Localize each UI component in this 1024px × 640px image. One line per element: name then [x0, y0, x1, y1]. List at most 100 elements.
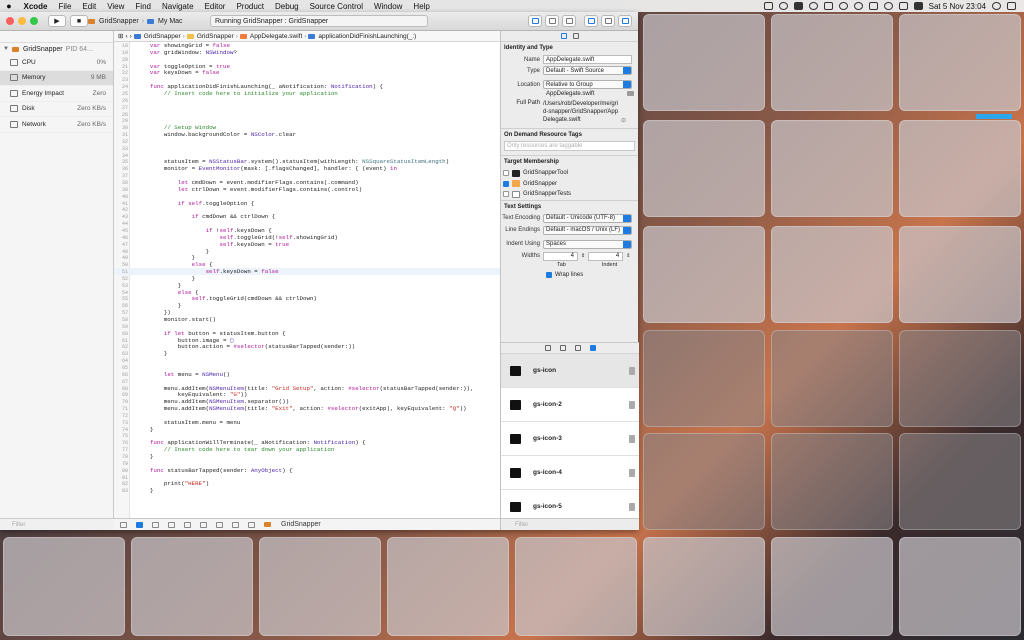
menu-help[interactable]: Help: [408, 2, 435, 11]
wrap-lines-row[interactable]: Wrap lines: [501, 270, 638, 280]
memory-graph-icon[interactable]: [232, 521, 239, 528]
status-sync-icon[interactable]: [808, 2, 818, 10]
navigator-filter-field[interactable]: Filter: [0, 518, 114, 530]
hide-debug-area-icon[interactable]: [120, 521, 127, 528]
gauge-energy[interactable]: Energy Impact Zero: [0, 86, 113, 102]
location-icon[interactable]: [248, 521, 255, 528]
library-filter-field[interactable]: Filter: [501, 518, 639, 530]
target-row-tool[interactable]: GridSnapperTool: [501, 168, 638, 179]
toggle-debug-area-button[interactable]: [601, 15, 615, 27]
breadcrumb-file[interactable]: AppDelegate.swift: [250, 33, 302, 40]
location-popup[interactable]: Relative to Group: [543, 80, 632, 89]
name-field[interactable]: AppDelegate.swift: [543, 55, 632, 64]
spotlight-icon[interactable]: [992, 2, 1001, 10]
back-button[interactable]: ‹: [125, 33, 127, 40]
toggle-navigator-button[interactable]: [584, 15, 598, 27]
standard-editor-button[interactable]: [528, 15, 542, 27]
encoding-popup[interactable]: Default - Unicode (UTF-8): [543, 213, 632, 223]
target-checkbox[interactable]: [503, 191, 509, 198]
reveal-folder-icon[interactable]: [627, 91, 634, 96]
wrap-lines-checkbox[interactable]: [546, 271, 552, 278]
gauge-network[interactable]: Network Zero KB/s: [0, 117, 113, 133]
menu-editor[interactable]: Editor: [199, 2, 231, 11]
target-checkbox[interactable]: [503, 170, 509, 177]
stop-button[interactable]: ■: [70, 15, 88, 27]
detail-icon[interactable]: [629, 502, 635, 511]
file-inspector-tab-icon[interactable]: [560, 33, 567, 39]
minimize-window-button[interactable]: [18, 17, 26, 25]
menu-app-name[interactable]: Xcode: [18, 2, 53, 11]
gauge-memory[interactable]: Memory 9 MB: [0, 70, 113, 86]
media-library-icon[interactable]: [589, 345, 596, 351]
zoom-window-button[interactable]: [30, 17, 38, 25]
status-display-icon[interactable]: [823, 2, 833, 10]
detail-icon[interactable]: [629, 468, 635, 477]
line-endings-popup[interactable]: Default - macOS / Unix (LF): [543, 225, 632, 235]
menu-window[interactable]: Window: [368, 2, 407, 11]
version-editor-button[interactable]: [562, 15, 576, 27]
library-item[interactable]: gs-icon-2: [501, 388, 639, 422]
file-template-library-icon[interactable]: [544, 345, 551, 351]
indent-width-stepper[interactable]: ⇕: [626, 253, 630, 259]
wifi-icon[interactable]: [883, 2, 893, 10]
forward-button[interactable]: ›: [130, 33, 132, 40]
detail-icon[interactable]: [629, 400, 635, 409]
menu-file[interactable]: File: [53, 2, 77, 11]
type-popup[interactable]: Default - Swift Source: [543, 66, 632, 75]
breadcrumb-group[interactable]: GridSnapper: [197, 33, 234, 40]
notification-center-icon[interactable]: [1007, 2, 1016, 10]
status-info-icon[interactable]: [853, 2, 863, 10]
target-checkbox[interactable]: [503, 180, 509, 187]
target-row-app[interactable]: GridSnapper: [501, 179, 638, 190]
library-item[interactable]: gs-icon-4: [501, 456, 639, 490]
breadcrumb-symbol[interactable]: applicationDidFinishLaunching(_:): [318, 33, 416, 40]
source-editor[interactable]: 18 var showingGrid = false 19 var gridWin…: [114, 42, 500, 518]
status-bluetooth-icon[interactable]: [868, 2, 878, 10]
related-items-icon[interactable]: ⊞: [118, 32, 123, 40]
volume-icon[interactable]: [898, 2, 908, 10]
gauge-disk[interactable]: Disk Zero KB/s: [0, 102, 113, 117]
quick-help-tab-icon[interactable]: [572, 33, 579, 39]
pause-icon[interactable]: [152, 521, 159, 528]
view-hierarchy-icon[interactable]: [216, 521, 223, 528]
battery-icon[interactable]: [913, 2, 923, 10]
status-time-machine-icon[interactable]: [838, 2, 848, 10]
code-snippet-library-icon[interactable]: [559, 345, 566, 351]
detail-icon[interactable]: [629, 366, 635, 375]
odr-tags-field[interactable]: Only resources are taggable: [504, 141, 635, 151]
indent-using-popup[interactable]: Spaces: [543, 239, 632, 249]
tab-width-stepper[interactable]: ⇕: [581, 253, 585, 259]
breadcrumb-project[interactable]: GridSnapper: [144, 33, 181, 40]
assistant-editor-button[interactable]: [545, 15, 559, 27]
menu-source-control[interactable]: Source Control: [304, 2, 368, 11]
library-item[interactable]: gs-icon: [501, 354, 639, 388]
indent-width-field[interactable]: 4: [588, 251, 624, 261]
status-dropbox-icon[interactable]: [793, 2, 803, 10]
process-row[interactable]: ▼ GridSnapper PID 64...: [0, 43, 113, 55]
tab-width-field[interactable]: 4: [543, 251, 578, 261]
scheme-selector[interactable]: GridSnapper › My Mac: [88, 15, 198, 27]
status-gear-icon[interactable]: [778, 2, 788, 10]
menu-edit[interactable]: Edit: [77, 2, 102, 11]
reveal-in-finder-icon[interactable]: ⊙: [621, 117, 626, 124]
breakpoints-toggle-icon[interactable]: [136, 521, 143, 528]
detail-icon[interactable]: [629, 434, 635, 443]
run-button[interactable]: ▶: [48, 15, 66, 27]
code-line[interactable]: 83 }: [114, 487, 500, 494]
step-in-icon[interactable]: [184, 521, 191, 528]
toggle-inspector-button[interactable]: [618, 15, 632, 27]
target-row-tests[interactable]: GridSnapperTests: [501, 189, 638, 200]
close-window-button[interactable]: [6, 17, 14, 25]
library-item[interactable]: gs-icon-3: [501, 422, 639, 456]
apple-menu-icon[interactable]: ●: [0, 1, 18, 11]
menu-view[interactable]: View: [102, 2, 130, 11]
menu-debug[interactable]: Debug: [270, 2, 305, 11]
step-over-icon[interactable]: [168, 521, 175, 528]
menu-find[interactable]: Find: [130, 2, 157, 11]
object-library-icon[interactable]: [574, 345, 581, 351]
menu-product[interactable]: Product: [231, 2, 270, 11]
step-out-icon[interactable]: [200, 521, 207, 528]
menu-clock[interactable]: Sat 5 Nov 23:04: [929, 2, 986, 11]
disclosure-triangle-icon[interactable]: ▼: [3, 46, 9, 52]
gauge-cpu[interactable]: CPU 0%: [0, 55, 113, 71]
